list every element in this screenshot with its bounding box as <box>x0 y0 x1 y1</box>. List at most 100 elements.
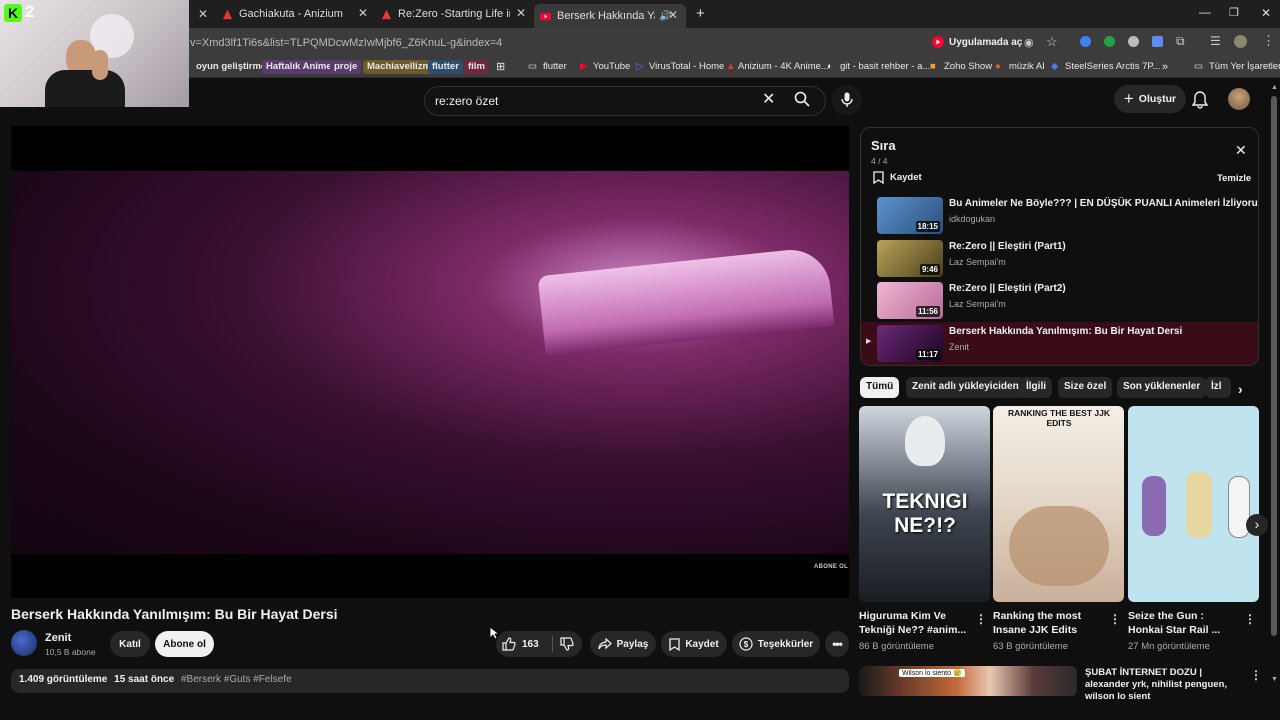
short-title[interactable]: Ranking the most Insane JJK Edits <box>993 609 1103 637</box>
page-scrollbar[interactable]: ▲ ▼ <box>1271 84 1278 684</box>
queue-item-current[interactable]: ▶ 11:17 Berserk Hakkında Yanılmışım: Bu … <box>861 322 1258 365</box>
person-shirt <box>45 70 125 107</box>
bookmark-item[interactable]: Machiavellizm <box>363 60 435 74</box>
bookmark-item[interactable]: oyun geliştirme <box>196 60 266 74</box>
all-bookmarks[interactable]: Tüm Yer İşaretleri <box>1209 60 1280 74</box>
description-box[interactable]: 1.409 görüntüleme 15 saat önce #Berserk … <box>11 669 849 693</box>
profile-avatar[interactable] <box>1234 35 1247 48</box>
short-title[interactable]: Seize the Gun : Honkai Star Rail ... <box>1128 609 1238 637</box>
chip-recent-uploads[interactable]: Son yüklenenler <box>1117 377 1207 398</box>
chip-for-you[interactable]: Size özel <box>1058 377 1113 398</box>
svg-text:$: $ <box>744 640 749 649</box>
tab-rezero[interactable]: Re:Zero -Starting Life in Anothe ✕ <box>381 4 526 24</box>
chevron-right-icon[interactable]: › <box>1238 381 1243 397</box>
thumbs-down-icon[interactable] <box>560 637 574 651</box>
tab-berserk-active[interactable]: Berserk Hakkında Yanılmışı 🔊 ✕ <box>534 4 686 28</box>
short-menu-icon[interactable]: ⋮ <box>1244 612 1256 626</box>
tab-close-icon[interactable]: ✕ <box>198 7 208 21</box>
bookmark-item[interactable]: flutter <box>428 60 463 74</box>
queue-item[interactable]: 9:46 Re:Zero || Eleştiri (Part1) Laz Sem… <box>861 237 1258 279</box>
bookmark-item[interactable]: Anizium - 4K Anime... <box>738 60 829 74</box>
menu-kebab-icon[interactable]: ⋮ <box>1262 33 1275 49</box>
account-avatar[interactable] <box>1228 88 1250 110</box>
bookmark-item[interactable]: film <box>464 60 489 74</box>
queue-clear-button[interactable]: Temizle <box>1217 173 1251 184</box>
more-bookmarks-icon[interactable]: » <box>1162 60 1168 74</box>
queue-item[interactable]: 11:56 Re:Zero || Eleştiri (Part2) Laz Se… <box>861 279 1258 321</box>
related-video-menu-icon[interactable]: ⋮ <box>1250 668 1262 682</box>
hashtags[interactable]: #Berserk #Guts #Felsefe <box>181 674 292 685</box>
chip-watched[interactable]: İzl <box>1205 377 1231 398</box>
queue-thumbnail: 18:15 <box>877 197 943 234</box>
bookmark-item[interactable]: YouTube <box>593 60 630 74</box>
channel-name[interactable]: Zenit <box>45 632 71 644</box>
queue-save-button[interactable]: Kaydet <box>873 171 922 184</box>
thanks-button[interactable]: $ Teşekkürler <box>732 631 820 657</box>
extension-icon[interactable] <box>1152 36 1163 47</box>
apps-grid-icon[interactable]: ⊞ <box>496 60 505 74</box>
extension-icon[interactable] <box>1080 36 1091 47</box>
queue-item[interactable]: 18:15 Bu Animeler Ne Böyle??? | EN DÜŞÜK… <box>861 194 1258 236</box>
open-in-app-button[interactable]: Uygulamada aç <box>932 34 1022 50</box>
queue-item-channel: Laz Sempai'm <box>949 299 1006 309</box>
create-button[interactable]: + Oluştur <box>1114 85 1186 113</box>
more-actions-button[interactable]: ••• <box>825 631 849 657</box>
notifications-bell-icon[interactable] <box>1192 91 1208 109</box>
short-card-thumbnail[interactable] <box>1128 406 1259 602</box>
short-menu-icon[interactable]: ⋮ <box>975 612 987 626</box>
thumbnail-caption: Wilson lo siento 😢 <box>899 669 965 677</box>
search-icon[interactable] <box>794 91 810 107</box>
short-card-thumbnail[interactable]: RANKING THE BEST JJK EDITS <box>993 406 1124 602</box>
close-icon[interactable]: ✕ <box>358 6 368 20</box>
save-button[interactable]: Kaydet <box>661 631 727 657</box>
shorts-next-arrow-icon[interactable]: › <box>1246 514 1268 536</box>
bookmark-item[interactable]: proje <box>330 60 362 74</box>
short-menu-icon[interactable]: ⋮ <box>1109 612 1121 626</box>
video-player[interactable]: ABONE OL <box>11 126 849 598</box>
star-bookmark-icon[interactable]: ☆ <box>1046 34 1058 50</box>
channel-avatar[interactable] <box>11 630 37 656</box>
microphone-icon <box>841 92 853 107</box>
clear-search-icon[interactable]: ✕ <box>762 89 775 109</box>
reading-list-icon[interactable]: ☰ <box>1210 34 1221 48</box>
extension-icon[interactable] <box>1104 36 1115 47</box>
bookmark-item[interactable]: Zoho Show <box>944 60 992 74</box>
chip-all[interactable]: Tümü <box>860 377 900 398</box>
chip-from-uploader[interactable]: Zenit adlı yükleyiciden <box>906 377 1025 398</box>
minimize-icon[interactable]: — <box>1199 5 1211 19</box>
extension-icon[interactable] <box>1128 36 1139 47</box>
join-button[interactable]: Katıl <box>110 631 150 657</box>
short-title[interactable]: Higuruma Kim Ve Tekniği Ne?? #anim... <box>859 609 969 637</box>
restore-icon[interactable]: ❐ <box>1229 6 1239 19</box>
scroll-up-icon[interactable]: ▲ <box>1271 84 1278 91</box>
tab-gachiakuta[interactable]: Gachiakuta - Anizium ✕ <box>222 4 368 24</box>
voice-search-button[interactable] <box>832 85 862 115</box>
bookmark-item[interactable]: SteelSeries Arctis 7P... <box>1065 60 1160 74</box>
bookmark-item[interactable]: git - basit rehber - a... <box>840 60 930 74</box>
eye-icon[interactable]: ◉ <box>1024 36 1034 49</box>
share-button[interactable]: Paylaş <box>590 631 656 657</box>
window-close-icon[interactable]: ✕ <box>1261 6 1271 20</box>
close-icon[interactable]: ✕ <box>516 6 526 20</box>
video-title: Berserk Hakkında Yanılmışım: Bu Bir Haya… <box>11 606 338 622</box>
like-button[interactable]: 163 <box>502 631 550 657</box>
close-icon[interactable]: ✕ <box>668 8 678 22</box>
related-video-title[interactable]: ŞUBAT İNTERNET DOZU | alexander yrk, nih… <box>1085 667 1245 703</box>
scrollbar-thumb[interactable] <box>1271 96 1277 636</box>
bookmark-item[interactable]: Haftalık Anime <box>262 60 336 74</box>
related-video-thumbnail[interactable]: Wilson lo siento 😢 <box>859 666 1077 696</box>
puzzle-extensions-icon[interactable]: ⧉ <box>1176 34 1185 49</box>
close-queue-icon[interactable]: ✕ <box>1235 142 1247 159</box>
queue-item-channel: Zenit <box>949 342 970 352</box>
bookmark-item[interactable]: flutter <box>543 60 567 74</box>
chip-related[interactable]: İlgili <box>1020 377 1052 398</box>
short-card-thumbnail[interactable]: TEKNIGI NE?!? <box>859 406 990 602</box>
bookmark-item[interactable]: VirusTotal - Home <box>649 60 724 74</box>
bookmark-item[interactable]: müzik AI <box>1009 60 1045 74</box>
new-tab-icon[interactable]: + <box>696 5 705 22</box>
view-count: 1.409 görüntüleme <box>19 674 108 685</box>
url-text[interactable]: v=Xmd3lf1Ti6s&list=TLPQMDcwMzIwMjbf6_Z6K… <box>190 37 502 49</box>
scroll-down-icon[interactable]: ▼ <box>1271 676 1278 683</box>
short-figure <box>1142 476 1166 536</box>
subscribe-button[interactable]: Abone ol <box>155 631 214 657</box>
